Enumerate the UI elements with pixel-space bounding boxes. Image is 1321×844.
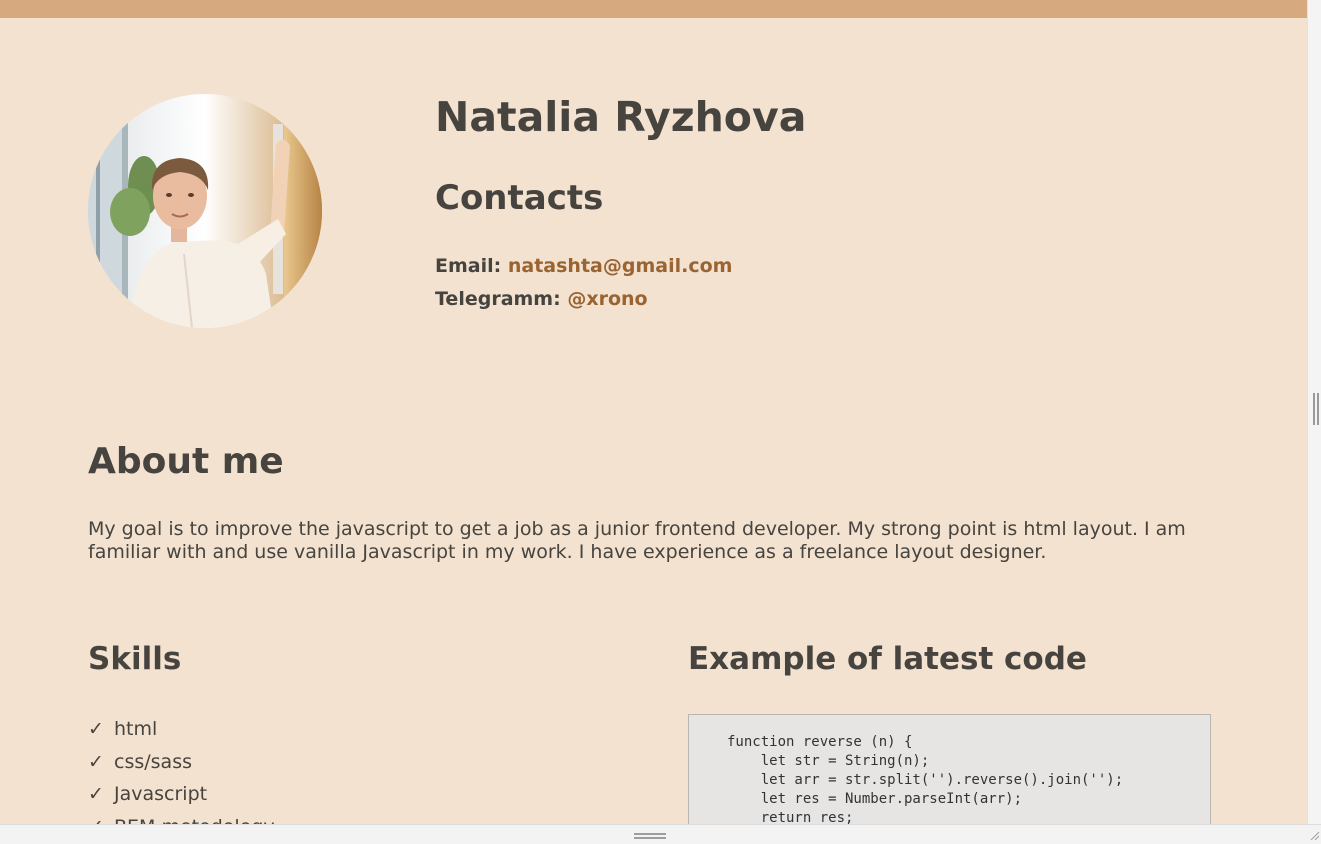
skill-item: ✓ css/sass [88, 746, 275, 779]
contacts-heading: Contacts [435, 178, 604, 218]
email-link[interactable]: natashta@gmail.com [508, 255, 733, 277]
scrollbar-grip-icon[interactable] [1313, 393, 1319, 425]
top-accent-bar [0, 0, 1307, 18]
avatar [88, 94, 322, 328]
telegram-link[interactable]: @xrono [567, 288, 647, 310]
check-icon: ✓ [88, 811, 114, 825]
profile-name: Natalia Ryzhova [435, 93, 807, 141]
check-icon: ✓ [88, 750, 104, 773]
code-block: function reverse (n) { let str = String(… [688, 714, 1211, 824]
resize-handle-icon[interactable] [634, 833, 666, 839]
skill-label: html [114, 718, 158, 740]
page-viewport: Natalia Ryzhova Contacts Email: natashta… [0, 0, 1307, 824]
skills-list: ✓html ✓css/sass ✓Javascript ✓BEM metodol… [88, 713, 275, 824]
skill-item: ✓ Javascript [88, 778, 275, 811]
profile-photo [88, 94, 322, 328]
skills-heading: Skills [88, 641, 182, 677]
email-label: Email: [435, 255, 502, 277]
about-text: My goal is to improve the javascript to … [88, 518, 1186, 563]
corner-resize-icon[interactable] [1308, 829, 1320, 841]
about-heading: About me [88, 441, 284, 482]
code-text: function reverse (n) { let str = String(… [727, 734, 1124, 824]
skill-item: ✓BEM metodology [88, 811, 275, 825]
skill-item: ✓ html [88, 713, 275, 746]
check-icon: ✓ [88, 718, 104, 740]
code-example-heading: Example of latest code [688, 641, 1087, 677]
skill-label: Javascript [114, 783, 208, 805]
skill-label: BEM metodology [114, 816, 275, 825]
telegram-line: Telegramm: @xrono [435, 288, 648, 311]
email-line: Email: natashta@gmail.com [435, 255, 732, 278]
check-icon: ✓ [88, 783, 104, 805]
telegram-label: Telegramm: [435, 288, 561, 310]
skill-label: css/sass [114, 750, 192, 773]
